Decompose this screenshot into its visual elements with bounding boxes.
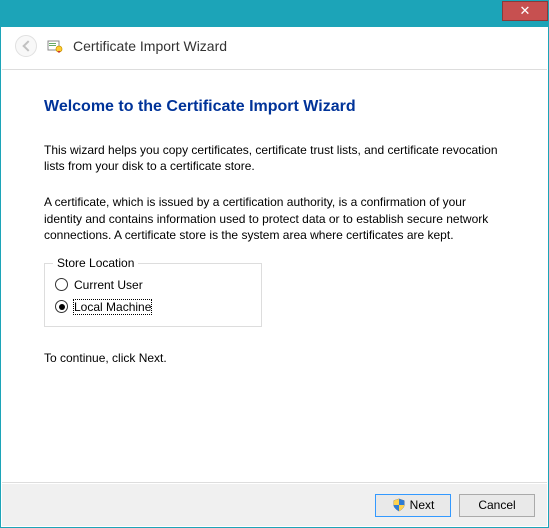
radio-icon <box>55 300 68 313</box>
close-icon: ✕ <box>520 3 531 18</box>
uac-shield-icon <box>392 498 406 512</box>
radio-icon <box>55 278 68 291</box>
radio-current-user[interactable]: Current User <box>55 278 251 292</box>
wizard-content: Welcome to the Certificate Import Wizard… <box>2 69 547 483</box>
page-heading: Welcome to the Certificate Import Wizard <box>44 98 505 116</box>
back-button[interactable] <box>15 35 37 57</box>
wizard-title: Certificate Import Wizard <box>73 38 227 54</box>
cancel-button[interactable]: Cancel <box>459 494 535 517</box>
radio-label-current-user: Current User <box>74 278 143 292</box>
wizard-window: ✕ Certificate Import Wizard Welcome to t… <box>0 0 549 528</box>
radio-local-machine[interactable]: Local Machine <box>55 300 251 314</box>
description-text: A certificate, which is issued by a cert… <box>44 194 505 243</box>
wizard-header: Certificate Import Wizard <box>1 27 548 67</box>
close-button[interactable]: ✕ <box>502 1 548 21</box>
certificate-wizard-icon <box>47 38 63 54</box>
intro-text: This wizard helps you copy certificates,… <box>44 142 505 174</box>
radio-label-local-machine: Local Machine <box>74 300 151 314</box>
next-button[interactable]: Next <box>375 494 451 517</box>
continue-hint: To continue, click Next. <box>44 351 505 365</box>
cancel-label: Cancel <box>478 498 515 512</box>
next-label: Next <box>410 498 435 512</box>
store-location-legend: Store Location <box>53 256 138 270</box>
store-location-group: Store Location Current User Local Machin… <box>44 263 262 327</box>
titlebar: ✕ <box>1 1 548 27</box>
wizard-footer: Next Cancel <box>2 484 547 526</box>
